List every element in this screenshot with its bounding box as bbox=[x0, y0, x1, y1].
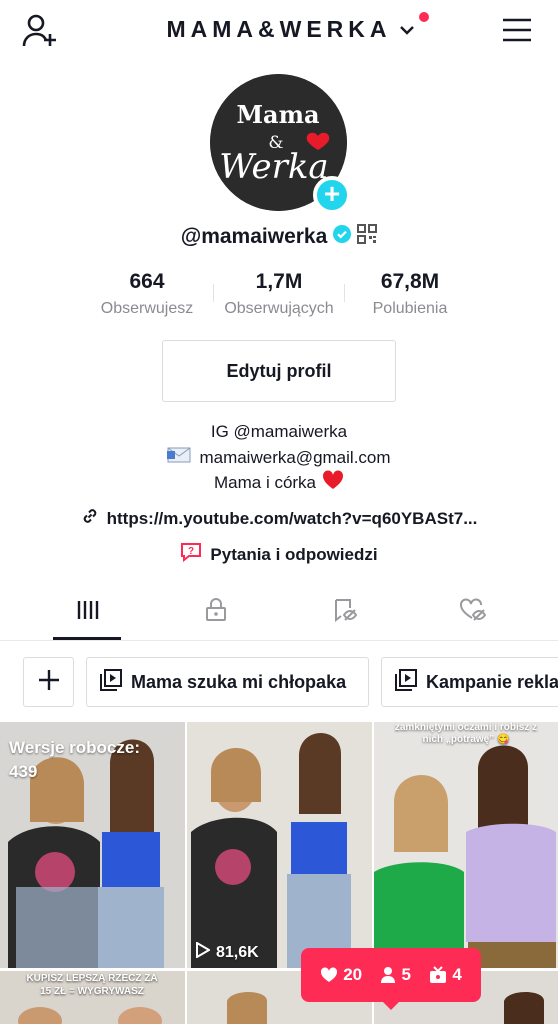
qr-code-icon[interactable] bbox=[357, 224, 378, 250]
likes-count: 20 bbox=[320, 965, 362, 985]
followers-value: 5 bbox=[401, 965, 411, 984]
stat-likes[interactable]: 67,8M Polubienia bbox=[345, 270, 475, 318]
username-row: @mamaiwerka bbox=[0, 224, 558, 250]
stat-label: Obserwujących bbox=[224, 300, 334, 317]
svg-text:?: ? bbox=[188, 546, 194, 557]
add-playlist-button[interactable] bbox=[23, 657, 74, 707]
grid-icon bbox=[76, 599, 100, 626]
qa-label[interactable]: Pytania i odpowiedzi bbox=[210, 545, 377, 565]
lock-icon bbox=[204, 597, 228, 627]
edit-profile-button[interactable]: Edytuj profil bbox=[162, 340, 396, 402]
account-name[interactable]: MAMA&WERKA bbox=[0, 16, 558, 43]
playlist-label: Kampanie rekla bbox=[426, 671, 558, 692]
bio-line-description: Mama i córka bbox=[0, 470, 558, 495]
likes-value: 20 bbox=[343, 965, 363, 984]
add-story-button[interactable]: + bbox=[313, 176, 351, 214]
bookmark-hidden-icon bbox=[332, 598, 358, 627]
username: @mamaiwerka bbox=[180, 225, 328, 248]
playlist-icon bbox=[99, 668, 123, 697]
drafts-label: Wersje robocze: bbox=[9, 738, 141, 757]
comments-count: 4 bbox=[429, 965, 462, 985]
bio-line-ig: IG @mamaiwerka bbox=[210, 422, 348, 441]
tab-videos[interactable] bbox=[18, 584, 157, 640]
video-thumbnail[interactable]: zamkniętymi oczami i robisz z nich „potr… bbox=[374, 722, 558, 968]
stat-value: 67,8M bbox=[380, 270, 440, 293]
stat-value: 664 bbox=[129, 270, 165, 293]
avatar-text-bottom: Werka bbox=[219, 147, 328, 187]
red-heart-icon bbox=[322, 470, 344, 495]
notification-dot bbox=[419, 12, 429, 22]
playlist-chip[interactable]: Kampanie rekla bbox=[381, 657, 558, 707]
envelope-icon bbox=[167, 446, 191, 469]
view-count: 81,6K bbox=[196, 941, 259, 963]
stat-label: Polubienia bbox=[372, 300, 448, 317]
question-bubble-icon: ? bbox=[180, 542, 202, 567]
tab-favorites[interactable] bbox=[275, 584, 414, 640]
video-thumbnail[interactable] bbox=[187, 722, 372, 968]
stat-label: Obserwujesz bbox=[100, 300, 194, 317]
heart-hidden-icon bbox=[459, 597, 487, 627]
stat-following[interactable]: 664 Obserwujesz bbox=[82, 270, 212, 318]
video-caption: zamkniętymi oczami i robisz z nich „potr… bbox=[394, 722, 538, 745]
drafts-overlay: Wersje robocze: 439 bbox=[9, 736, 140, 784]
stat-value: 1,7M bbox=[255, 270, 303, 293]
bio-link[interactable]: https://m.youtube.com/watch?v=q60YBASt7.… bbox=[0, 507, 558, 530]
tv-icon bbox=[430, 966, 447, 983]
profile-tabs bbox=[0, 584, 558, 641]
active-tab-indicator bbox=[53, 637, 121, 640]
description-text: Mama i córka bbox=[213, 472, 317, 492]
followers-count: 5 bbox=[380, 965, 411, 985]
video-thumbnail-drafts[interactable]: Wersje robocze: 439 bbox=[0, 722, 185, 968]
link-text[interactable]: https://m.youtube.com/watch?v=q60YBASt7.… bbox=[107, 509, 478, 529]
header: MAMA&WERKA bbox=[0, 0, 558, 60]
avatar-text-top: Mama bbox=[236, 100, 319, 129]
heart-icon bbox=[321, 967, 338, 982]
tab-liked[interactable] bbox=[403, 584, 542, 640]
video-caption: KUPISZ LEPSZĄ RZECZ ZA 15 ZŁ = WYGRYWASZ bbox=[26, 973, 158, 997]
playlist-icon bbox=[394, 668, 418, 697]
video-thumbnail[interactable]: KUPISZ LEPSZĄ RZECZ ZA 15 ZŁ = WYGRYWASZ bbox=[0, 971, 185, 1024]
playlist-label: Mama szuka mi chłopaka bbox=[131, 671, 347, 692]
comments-value: 4 bbox=[452, 965, 462, 984]
verified-badge-icon bbox=[333, 225, 352, 249]
tab-private[interactable] bbox=[146, 584, 285, 640]
playlist-chip[interactable]: Mama szuka mi chłopaka bbox=[86, 657, 369, 707]
person-icon bbox=[381, 967, 396, 983]
activity-popup[interactable]: 20 5 4 bbox=[301, 948, 481, 1010]
chevron-down-icon[interactable] bbox=[400, 22, 414, 40]
qa-button[interactable]: ? Pytania i odpowiedzi bbox=[0, 542, 558, 567]
bio-line-email: mamaiwerka@gmail.com bbox=[0, 446, 558, 469]
drafts-count: 439 bbox=[9, 762, 38, 781]
stat-followers[interactable]: 1,7M Obserwujących bbox=[214, 270, 344, 318]
view-count-text: 81,6K bbox=[216, 943, 259, 961]
play-icon bbox=[196, 941, 211, 963]
email-text: mamaiwerka@gmail.com bbox=[199, 447, 391, 467]
link-icon bbox=[81, 507, 99, 530]
hamburger-menu-icon[interactable] bbox=[502, 18, 532, 42]
plus-icon bbox=[38, 669, 60, 696]
